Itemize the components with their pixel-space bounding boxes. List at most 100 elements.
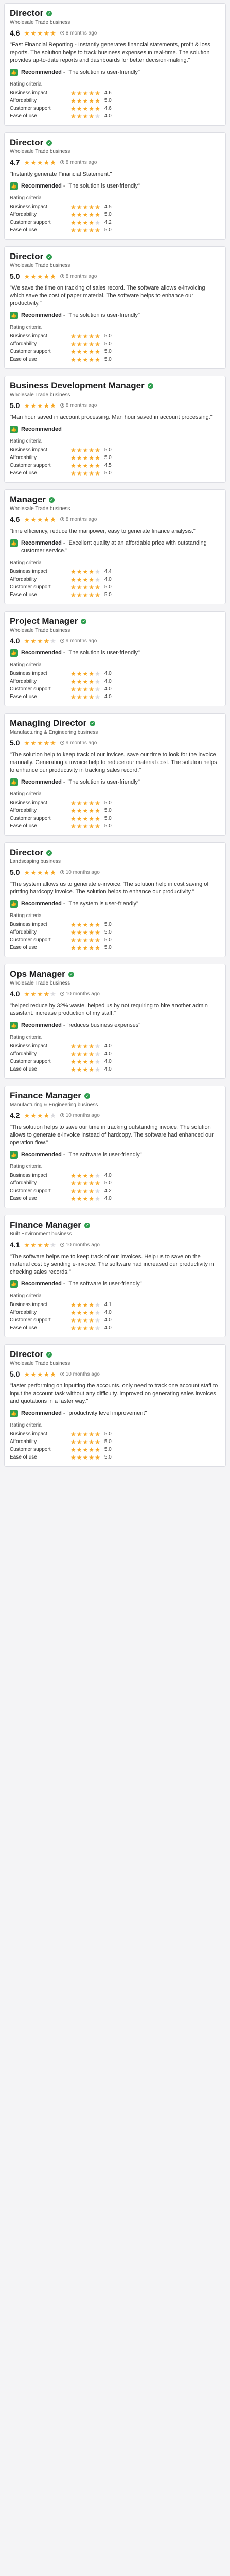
star-rating: ★ ★ ★ ★ ★ xyxy=(70,1173,100,1179)
star-icon: ★ xyxy=(82,928,89,936)
clock-icon xyxy=(60,160,64,164)
recommendation-quote: - "productivity level improvement" xyxy=(63,1410,147,1416)
recommendation-text: Recommended - "Excellent quality at an a… xyxy=(21,539,220,555)
star-rating: ★ ★ ★ ★ ★ xyxy=(70,1188,100,1194)
review-age: 8 months ago xyxy=(60,30,97,36)
star-icon: ★ xyxy=(82,815,89,822)
star-rating: ★ ★ ★ ★ ★ xyxy=(70,1454,100,1461)
star-icon: ★ xyxy=(43,990,50,998)
star-icon: ★ xyxy=(82,575,89,583)
star-icon: ★ xyxy=(30,739,37,747)
star-icon: ★ xyxy=(89,670,95,677)
star-rating: ★ ★ ★ ★ ★ xyxy=(70,212,100,218)
criteria-row: Business impact ★ ★ ★ ★ ★ 4.0 xyxy=(10,670,220,677)
recommendation-text: Recommended - "The solution is user-frie… xyxy=(21,69,140,76)
star-icon: ★ xyxy=(37,401,43,410)
star-icon: ★ xyxy=(95,685,100,693)
review-card: Director ✓ Wholesale Trade business 4.7 ★ ★ ★ ★… xyxy=(4,132,226,240)
verified-check-icon: ✓ xyxy=(46,140,52,146)
criteria-label: Affordability xyxy=(10,98,37,104)
star-icon: ★ xyxy=(95,1446,100,1453)
overall-rating: 5.0 ★ ★ ★ ★ ★ 9 months ago xyxy=(10,739,220,747)
star-icon: ★ xyxy=(95,105,100,112)
star-icon: ★ xyxy=(76,469,82,477)
criteria-value: 5.0 xyxy=(104,470,112,476)
star-icon: ★ xyxy=(76,815,82,822)
criteria-label: Business impact xyxy=(10,447,47,453)
star-icon: ★ xyxy=(82,89,89,97)
criteria-label: Affordability xyxy=(10,1180,37,1186)
recommended-label: Recommended xyxy=(21,1281,62,1287)
criteria-row: Affordability ★ ★ ★ ★ ★ 5.0 xyxy=(10,1179,220,1187)
criteria-value: 5.0 xyxy=(104,1431,112,1437)
star-icon: ★ xyxy=(89,454,95,462)
verified-check-icon: ✓ xyxy=(48,497,55,503)
star-icon: ★ xyxy=(50,868,56,876)
overall-score: 5.0 xyxy=(10,272,20,280)
reviewer-industry: Wholesale Trade business xyxy=(10,980,70,986)
criteria-value: 5.0 xyxy=(104,98,112,104)
review-card: Director ✓ Landscaping business 5.0 ★ ★ ★ ★ ★ 10 … xyxy=(4,842,226,957)
star-icon: ★ xyxy=(95,1324,100,1332)
star-icon: ★ xyxy=(76,822,82,830)
criteria-label: Ease of use xyxy=(10,694,37,700)
star-icon: ★ xyxy=(30,515,37,523)
star-icon: ★ xyxy=(89,332,95,340)
thumbs-up-icon: 👍 xyxy=(10,539,18,547)
star-icon: ★ xyxy=(89,1446,95,1453)
star-icon: ★ xyxy=(89,815,95,822)
star-icon: ★ xyxy=(24,1370,30,1378)
criteria-row: Affordability ★ ★ ★ ★ ★ 4.0 xyxy=(10,1309,220,1316)
star-rating: ★ ★ ★ ★ ★ xyxy=(70,204,100,210)
star-icon: ★ xyxy=(24,272,30,280)
criteria-row: Customer support ★ ★ ★ ★ ★ 4.5 xyxy=(10,462,220,469)
review-age-text: 10 months ago xyxy=(65,1242,100,1248)
criteria-label: Customer support xyxy=(10,584,51,590)
star-rating: ★ ★ ★ ★ ★ xyxy=(70,333,100,340)
recommendation: 👍 Recommended - "The solution is user-fri… xyxy=(10,182,220,190)
review-age-text: 8 months ago xyxy=(65,30,97,36)
recommendation: 👍 Recommended - "The system is user-frien… xyxy=(10,900,220,908)
star-icon: ★ xyxy=(95,454,100,462)
reviewer-role: Director xyxy=(10,1349,44,1359)
criteria-label: Ease of use xyxy=(10,1196,37,1201)
star-icon: ★ xyxy=(82,1438,89,1446)
overall-rating: 4.6 ★ ★ ★ ★ ★ 8 months ago xyxy=(10,29,220,37)
star-icon: ★ xyxy=(70,203,76,211)
criteria-value: 4.5 xyxy=(104,463,112,468)
star-rating: ★ ★ ★ ★ ★ xyxy=(70,113,100,120)
rating-criteria-heading: Rating criteria xyxy=(10,195,42,201)
criteria-row: Business impact ★ ★ ★ ★ ★ 5.0 xyxy=(10,799,220,807)
verified-check-icon: ✓ xyxy=(68,971,74,977)
verified-check-icon: ✓ xyxy=(46,1351,52,1358)
overall-rating: 5.0 ★ ★ ★ ★ ★ 10 months ago xyxy=(10,1370,220,1378)
star-icon: ★ xyxy=(89,226,95,234)
reviewer-role: Director xyxy=(10,251,44,261)
criteria-value: 5.0 xyxy=(104,592,112,598)
star-icon: ★ xyxy=(76,1065,82,1073)
criteria-label: Customer support xyxy=(10,816,51,821)
star-icon: ★ xyxy=(82,807,89,815)
thumbs-up-icon: 👍 xyxy=(10,69,18,76)
star-icon: ★ xyxy=(95,693,100,701)
star-icon: ★ xyxy=(70,89,76,97)
star-icon: ★ xyxy=(82,97,89,105)
criteria-label: Affordability xyxy=(10,1051,37,1057)
star-icon: ★ xyxy=(82,670,89,677)
criteria-row: Ease of use ★ ★ ★ ★ ★ 4.0 xyxy=(10,693,220,701)
star-rating: ★ ★ ★ ★ ★ xyxy=(70,937,100,943)
star-icon: ★ xyxy=(24,868,30,876)
star-icon: ★ xyxy=(70,1446,76,1453)
star-icon: ★ xyxy=(76,1179,82,1187)
star-rating: ★ ★ ★ ★ ★ xyxy=(70,686,100,692)
criteria-label: Affordability xyxy=(10,808,37,814)
recommendation-quote: - "The software is user-friendly" xyxy=(63,1151,142,1158)
star-icon: ★ xyxy=(76,446,82,454)
review-text: "The solution helps to save our time in … xyxy=(10,1124,214,1146)
recommendation: 👍 Recommended - "The solution is user-fri… xyxy=(10,312,220,319)
criteria-row: Ease of use ★ ★ ★ ★ ★ 5.0 xyxy=(10,1453,220,1461)
star-icon: ★ xyxy=(89,446,95,454)
star-rating: ★ ★ ★ ★ ★ xyxy=(70,577,100,583)
star-icon: ★ xyxy=(76,203,82,211)
reviewer-industry: Manufacturing & Engineering business xyxy=(10,1102,98,1108)
